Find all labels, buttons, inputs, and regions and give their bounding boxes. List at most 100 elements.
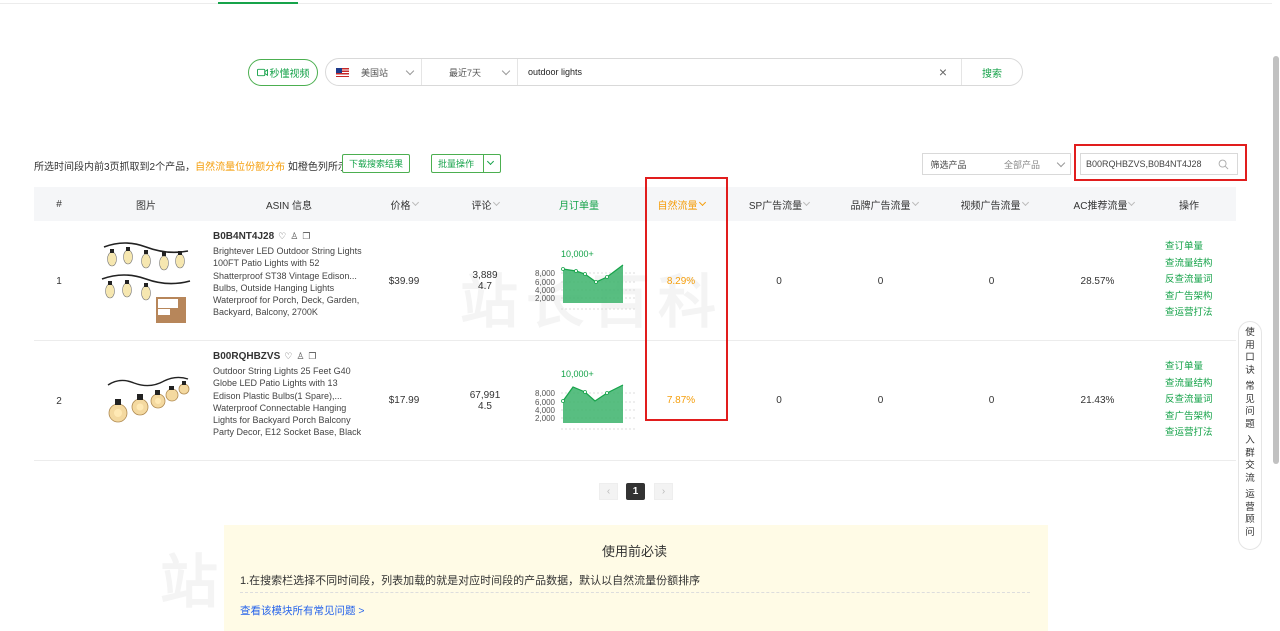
price-value: $17.99 [388, 395, 420, 406]
action-traffic-structure[interactable]: 查流量结构 [1165, 256, 1213, 273]
us-flag-icon [336, 67, 349, 77]
header-video-label: 视频广告流量 [960, 200, 1021, 212]
summary-highlight: 自然流量位份额分布 [195, 162, 286, 173]
batch-operation-label: 批量操作 [438, 159, 475, 169]
table-row: 1 B0B4NT4J28 ♡ ♙ ❐ Brightever LED Outdoo… [34, 221, 1236, 341]
ac-traffic-value: 28.57% [1080, 276, 1115, 287]
action-operation-strategy[interactable]: 查运营打法 [1165, 305, 1213, 322]
review-count: 3,889 [472, 270, 498, 281]
sort-icon [411, 198, 419, 207]
product-image-globe-lights[interactable] [100, 355, 192, 447]
action-links: 查订单量 查流量结构 反查流量词 查广告架构 查运营打法 [1165, 239, 1213, 322]
asin-code[interactable]: B00RQHBZVS [213, 351, 280, 362]
action-reverse-keywords[interactable]: 反查流量词 [1165, 272, 1213, 289]
reviews-cell: 3,889 4.7 [455, 270, 515, 292]
side-item-consultant[interactable]: 运营顾问 [1245, 489, 1255, 539]
header-reviews-label: 评论 [471, 200, 492, 212]
product-title[interactable]: Outdoor String Lights 25 Feet G40 Globe … [213, 365, 365, 439]
sort-icon [492, 198, 500, 207]
copy-icon[interactable]: ❐ [308, 351, 316, 362]
faq-link[interactable]: 查看该模块所有常见问题 > [240, 603, 365, 618]
clear-icon[interactable]: × [939, 65, 947, 79]
sparkline-area [563, 385, 623, 423]
y-tick: 8,000 [535, 269, 556, 278]
action-links: 查订单量 查流量结构 反查流量词 查广告架构 查运营打法 [1165, 359, 1213, 442]
action-operation-strategy[interactable]: 查运营打法 [1165, 425, 1213, 442]
period-select[interactable]: 最近7天 [422, 59, 518, 85]
action-ad-structure[interactable]: 查广告架构 [1165, 409, 1213, 426]
annotation-box-organic-column [645, 177, 728, 421]
sort-icon [911, 198, 919, 207]
brand-traffic-value: 0 [877, 276, 884, 287]
header-ac-label: AC推荐流量 [1073, 200, 1128, 212]
y-tick: 8,000 [535, 389, 556, 398]
side-help-tab: 使用口诀 常见问题 入群交流 运营顾问 [1238, 321, 1262, 550]
keyword-input[interactable]: outdoor lights × [518, 59, 962, 85]
asin-info: B00RQHBZVS ♡ ♙ ❐ [213, 351, 316, 362]
header-sp-traffic[interactable]: SP广告流量 [734, 187, 824, 221]
video-camera-icon [256, 68, 268, 77]
monthly-orders-chart: 10,000+ 8,000 6,000 4,000 2,000 [531, 249, 635, 319]
header-reviews[interactable]: 评论 [455, 187, 515, 221]
product-title[interactable]: Brightever LED Outdoor String Lights 100… [213, 245, 365, 319]
row-index: 1 [56, 276, 62, 287]
action-traffic-structure[interactable]: 查流量结构 [1165, 376, 1213, 393]
batch-operation-button[interactable]: 批量操作 [431, 154, 501, 173]
header-ac-traffic[interactable]: AC推荐流量 [1054, 187, 1154, 221]
header-video-traffic[interactable]: 视频广告流量 [944, 187, 1044, 221]
side-item-faq[interactable]: 常见问题 [1245, 381, 1255, 431]
filter-product-select[interactable]: 全部产品 [974, 153, 1071, 175]
page-number-current[interactable]: 1 [626, 483, 645, 500]
monthly-orders-label: 10,000+ [561, 249, 594, 259]
chevron-down-icon [405, 66, 415, 76]
header-price-label: 价格 [390, 200, 411, 212]
sort-icon [1021, 198, 1029, 207]
monthly-orders-chart: 10,000+ 8,000 6,000 4,000 2,000 [531, 369, 635, 439]
filter-product-label: 筛选产品 [922, 153, 975, 175]
table-header: # 图片 ASIN 信息 价格 评论 月订单量 自然流量 SP广告流量 品牌广告… [34, 187, 1236, 221]
header-price[interactable]: 价格 [374, 187, 434, 221]
summary-suffix: 如橙色列所示 [285, 162, 348, 173]
header-actions: 操作 [1179, 200, 1199, 212]
divider [483, 155, 484, 172]
header-brand-traffic[interactable]: 品牌广告流量 [834, 187, 934, 221]
action-check-orders[interactable]: 查订单量 [1165, 359, 1213, 376]
user-icon[interactable]: ♙ [290, 231, 298, 242]
heart-icon[interactable]: ♡ [284, 351, 292, 362]
asin-code[interactable]: B0B4NT4J28 [213, 231, 274, 242]
heart-icon[interactable]: ♡ [278, 231, 286, 242]
chevron-down-icon[interactable] [486, 157, 495, 166]
video-traffic-value: 0 [988, 276, 995, 287]
product-image-string-lights[interactable] [100, 235, 192, 327]
y-tick: 2,000 [535, 294, 556, 303]
header-brand-label: 品牌广告流量 [850, 200, 911, 212]
action-check-orders[interactable]: 查订单量 [1165, 239, 1213, 256]
next-page-button[interactable]: › [654, 483, 673, 500]
action-reverse-keywords[interactable]: 反查流量词 [1165, 392, 1213, 409]
user-icon[interactable]: ♙ [296, 351, 304, 362]
sort-icon [803, 198, 811, 207]
brand-traffic-value: 0 [877, 395, 884, 406]
video-guide-button[interactable]: 秒懂视频 [248, 59, 318, 86]
scrollbar-thumb[interactable] [1273, 56, 1279, 464]
side-item-group-chat[interactable]: 入群交流 [1245, 435, 1255, 485]
search-button[interactable]: 搜索 [962, 59, 1022, 85]
rating: 4.7 [478, 281, 492, 292]
side-item-tips[interactable]: 使用口诀 [1245, 327, 1255, 377]
asin-info: B0B4NT4J28 ♡ ♙ ❐ [213, 231, 310, 242]
scrollbar[interactable] [1272, 56, 1280, 631]
sp-traffic-value: 0 [776, 276, 782, 287]
video-traffic-value: 0 [988, 395, 995, 406]
header-image: 图片 [136, 200, 156, 212]
site-select[interactable]: 美国站 [326, 59, 422, 85]
summary-prefix: 所选时间段内前3页抓取到2个产品， [34, 162, 196, 173]
chevron-down-icon [501, 66, 511, 76]
prev-page-button[interactable]: ‹ [599, 483, 618, 500]
chevron-down-icon [1056, 158, 1066, 168]
sp-traffic-value: 0 [776, 395, 782, 406]
header-index: # [56, 198, 62, 210]
copy-icon[interactable]: ❐ [302, 231, 310, 242]
active-tab-indicator [218, 2, 298, 4]
download-results-button[interactable]: 下载搜索结果 [342, 154, 410, 173]
action-ad-structure[interactable]: 查广告架构 [1165, 289, 1213, 306]
